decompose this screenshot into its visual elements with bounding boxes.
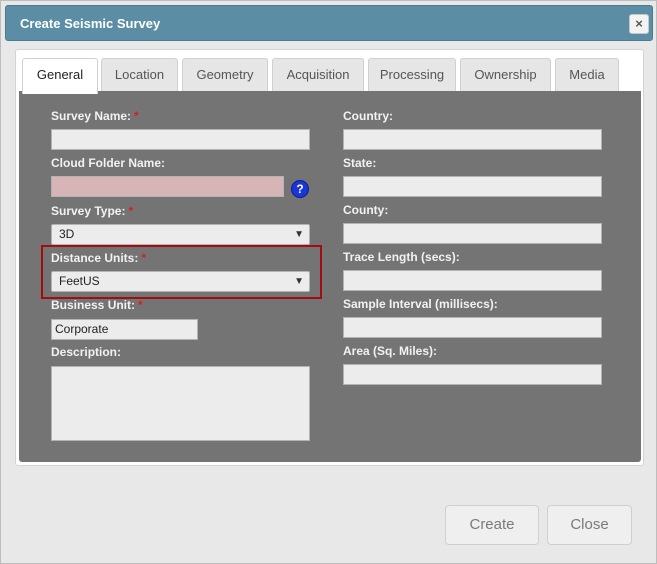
tab-media[interactable]: Media — [555, 58, 619, 92]
survey-name-input[interactable] — [51, 129, 310, 150]
tab-processing[interactable]: Processing — [368, 58, 456, 92]
distance-units-label: Distance Units: * — [51, 251, 147, 265]
close-icon[interactable]: × — [629, 14, 649, 34]
sample-interval-label: Sample Interval (millisecs): — [343, 297, 498, 311]
area-label: Area (Sq. Miles): — [343, 344, 438, 358]
business-unit-input[interactable]: Corporate — [51, 319, 198, 340]
tab-acquisition[interactable]: Acquisition — [272, 58, 364, 92]
country-input[interactable] — [343, 129, 602, 150]
create-seismic-survey-dialog: Create Seismic Survey × General Location… — [0, 0, 657, 564]
description-label: Description: — [51, 345, 122, 359]
required-marker: * — [128, 204, 134, 218]
tab-location[interactable]: Location — [101, 58, 178, 92]
area-input[interactable] — [343, 364, 602, 385]
business-unit-label: Business Unit: * — [51, 298, 143, 312]
help-icon[interactable]: ? — [291, 180, 309, 198]
county-label: County: — [343, 203, 389, 217]
tab-geometry[interactable]: Geometry — [182, 58, 268, 92]
state-input[interactable] — [343, 176, 602, 197]
description-textarea[interactable] — [51, 366, 310, 441]
cloud-folder-name-input[interactable] — [51, 176, 284, 197]
distance-units-select[interactable]: FeetUS ▼ — [51, 271, 310, 292]
trace-length-label: Trace Length (secs): — [343, 250, 460, 264]
required-marker: * — [141, 251, 147, 265]
dialog-title: Create Seismic Survey — [20, 16, 161, 31]
chevron-down-icon: ▼ — [294, 276, 304, 287]
required-marker: * — [138, 298, 143, 312]
county-input[interactable] — [343, 223, 602, 244]
tab-general[interactable]: General — [22, 58, 98, 94]
trace-length-input[interactable] — [343, 270, 602, 291]
general-tab-panel: Survey Name: * Cloud Folder Name: ? Surve… — [19, 91, 641, 462]
create-button[interactable]: Create — [445, 505, 539, 545]
state-label: State: — [343, 156, 377, 170]
dialog-titlebar[interactable]: Create Seismic Survey × — [5, 5, 653, 41]
tab-ownership[interactable]: Ownership — [460, 58, 551, 92]
country-label: Country: — [343, 109, 393, 123]
sample-interval-input[interactable] — [343, 317, 602, 338]
survey-type-select[interactable]: 3D ▼ — [51, 224, 310, 245]
tab-bar: General Location Geometry Acquisition Pr… — [16, 50, 643, 94]
cloud-folder-name-label: Cloud Folder Name: — [51, 156, 166, 170]
chevron-down-icon: ▼ — [294, 229, 304, 240]
dialog-content: General Location Geometry Acquisition Pr… — [15, 49, 644, 466]
survey-name-label: Survey Name: * — [51, 109, 139, 123]
required-marker: * — [134, 109, 139, 123]
survey-type-label: Survey Type: * — [51, 204, 134, 218]
close-button[interactable]: Close — [547, 505, 632, 545]
